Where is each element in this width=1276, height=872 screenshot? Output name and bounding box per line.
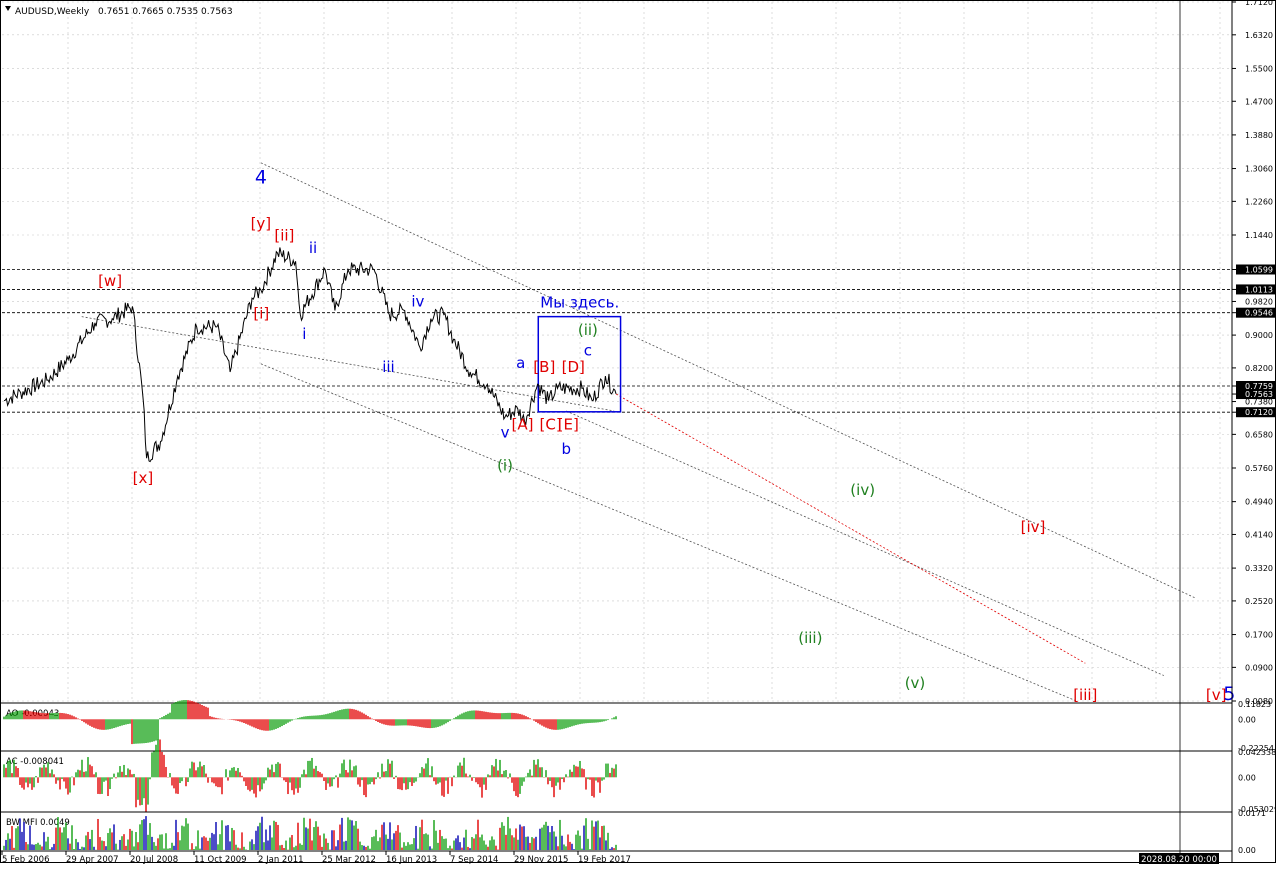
wave-label: i — [302, 325, 306, 343]
chart-svg[interactable]: Мы здесь. 4 [y][ii] ii [w] [i] i iv iii a [B] [D]c… — [0, 0, 1276, 868]
wave-label: [w] — [98, 272, 122, 290]
time-label: 16 Jun 2013 — [386, 855, 437, 865]
wave-label: 5 — [1223, 683, 1235, 705]
ohlc-values: 0.7651 0.7665 0.7535 0.7563 — [98, 7, 233, 17]
price-label: 0.9000 — [1245, 331, 1273, 340]
wave-label: [A] — [512, 415, 534, 433]
time-label: 29 Apr 2007 — [66, 855, 119, 865]
time-label: 11 Oct 2009 — [194, 855, 247, 865]
wave-label: [iv] — [1021, 518, 1046, 536]
indicator-label: BW MFI 0.0049 — [6, 818, 70, 828]
wave-label: a — [516, 354, 525, 372]
wave-label: ii — [309, 239, 317, 257]
wave-label: v — [501, 424, 510, 442]
price-label: 0.0900 — [1245, 663, 1273, 672]
price-label: 1.3880 — [1245, 131, 1273, 140]
time-label: 7 Sep 2014 — [450, 855, 498, 865]
time-label: 19 Feb 2017 — [578, 855, 631, 865]
price-label: 0.7120 — [1245, 408, 1273, 417]
indicator-tick: 0.00 — [1238, 773, 1256, 782]
price-label: 0.3320 — [1245, 564, 1273, 573]
wave-label: (iv) — [850, 481, 875, 499]
price-label: 1.0599 — [1245, 265, 1273, 274]
price-label: 0.0080 — [1245, 697, 1273, 706]
price-label: 1.7120 — [1245, 0, 1273, 7]
price-label: 0.6580 — [1245, 430, 1273, 439]
price-label: 1.1440 — [1245, 231, 1273, 240]
wave-label: (ii) — [578, 321, 598, 339]
wave-label: iv — [411, 292, 424, 310]
time-label: 20 Jul 2008 — [130, 855, 178, 865]
time-label: 29 Nov 2015 — [514, 855, 568, 865]
price-label: 0.9546 — [1245, 309, 1273, 318]
wave-label: [iii] — [1073, 686, 1097, 704]
time-label: 2 Jan 2011 — [258, 855, 304, 865]
price-label: 1.5500 — [1245, 64, 1273, 73]
price-label: 1.2260 — [1245, 197, 1273, 206]
wave-label: [ii] — [274, 227, 294, 245]
indicator-tick: 0.042338 — [1238, 748, 1276, 757]
price-label: 1.4700 — [1245, 97, 1273, 106]
annotation-text: Мы здесь. — [540, 294, 619, 312]
wave-label: [D] — [562, 358, 585, 376]
indicator-tick: 0.00 — [1238, 715, 1256, 724]
wave-label: (i) — [497, 456, 513, 474]
wave-label: (v) — [905, 674, 926, 692]
wave-label: [y] — [251, 214, 272, 232]
wave-label: (iii) — [798, 629, 822, 647]
price-label: 1.6320 — [1245, 31, 1273, 40]
price-label: 0.7380 — [1245, 398, 1273, 407]
wave-label: 4 — [255, 166, 267, 188]
time-label: 5 Feb 2006 — [2, 855, 50, 865]
price-label: 0.8200 — [1245, 364, 1273, 373]
price-label: 1.3060 — [1245, 165, 1273, 174]
indicator-tick: 0.00 — [1238, 846, 1256, 855]
price-label: 0.4140 — [1245, 530, 1273, 539]
price-label: 1.0113 — [1245, 285, 1273, 294]
wave-label: iii — [382, 358, 395, 376]
price-label: 0.4940 — [1245, 498, 1273, 507]
symbol-title: AUDUSD,Weekly — [15, 7, 90, 17]
wave-label: [B] — [533, 358, 555, 376]
wave-label: b — [561, 440, 571, 458]
wave-label: [i] — [253, 305, 269, 323]
chart-window[interactable]: Мы здесь. 4 [y] [ii] ii [w] [i] i iv iii a [B] [D] c… — [0, 0, 1276, 868]
wave-label: [x] — [133, 469, 154, 487]
price-label: 0.1700 — [1245, 631, 1273, 640]
indicator-tick: 0.0171 — [1238, 809, 1266, 818]
price-label: 0.5760 — [1245, 464, 1273, 473]
cursor-date-label: 2028.08.20 00:00 — [1141, 855, 1217, 865]
time-label: 25 Mar 2012 — [322, 855, 376, 865]
wave-label: c — [584, 342, 592, 360]
price-label: 0.9820 — [1245, 297, 1273, 306]
price-label: 0.2520 — [1245, 597, 1273, 606]
wave-label: [E] — [558, 415, 579, 433]
